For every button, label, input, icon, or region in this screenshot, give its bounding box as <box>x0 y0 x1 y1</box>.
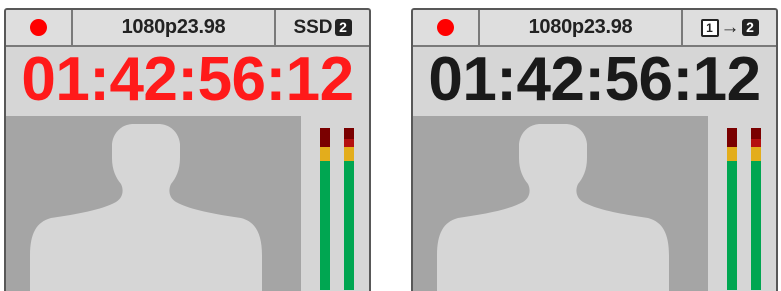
media-label: SSD <box>293 16 333 38</box>
recorder-panel-spanning: 1080p23.98 1 → 2 01:42:56:12 <box>411 8 778 291</box>
video-format: 1080p23.98 <box>478 10 681 45</box>
audio-meter-right <box>751 128 761 290</box>
timecode: 01:42:56:12 <box>428 45 761 114</box>
timecode: 01:42:56:12 <box>21 45 354 114</box>
media-slot-badge: 2 <box>334 19 352 36</box>
record-indicator <box>413 10 478 45</box>
media-indicator: SSD 2 <box>274 10 369 45</box>
audio-meter-right <box>344 128 354 290</box>
record-dot-icon <box>30 19 47 36</box>
audio-meters <box>301 116 369 291</box>
person-silhouette-icon <box>30 124 262 291</box>
audio-meters <box>708 116 776 291</box>
video-preview <box>6 116 301 291</box>
video-format: 1080p23.98 <box>71 10 274 45</box>
arrow-right-icon: → <box>720 16 740 38</box>
media-indicator: 1 → 2 <box>681 10 776 45</box>
audio-meter-left <box>727 128 737 290</box>
status-bar: 1080p23.98 SSD 2 <box>6 10 369 47</box>
video-preview <box>413 116 708 291</box>
record-indicator <box>6 10 71 45</box>
media-to-badge: 2 <box>741 19 759 36</box>
person-silhouette-icon <box>437 124 669 291</box>
record-dot-icon <box>437 19 454 36</box>
recorder-panel-recording: 1080p23.98 SSD 2 01:42:56:12 <box>4 8 371 291</box>
media-from-badge: 1 <box>700 18 719 37</box>
audio-meter-left <box>320 128 330 290</box>
status-bar: 1080p23.98 1 → 2 <box>413 10 776 47</box>
